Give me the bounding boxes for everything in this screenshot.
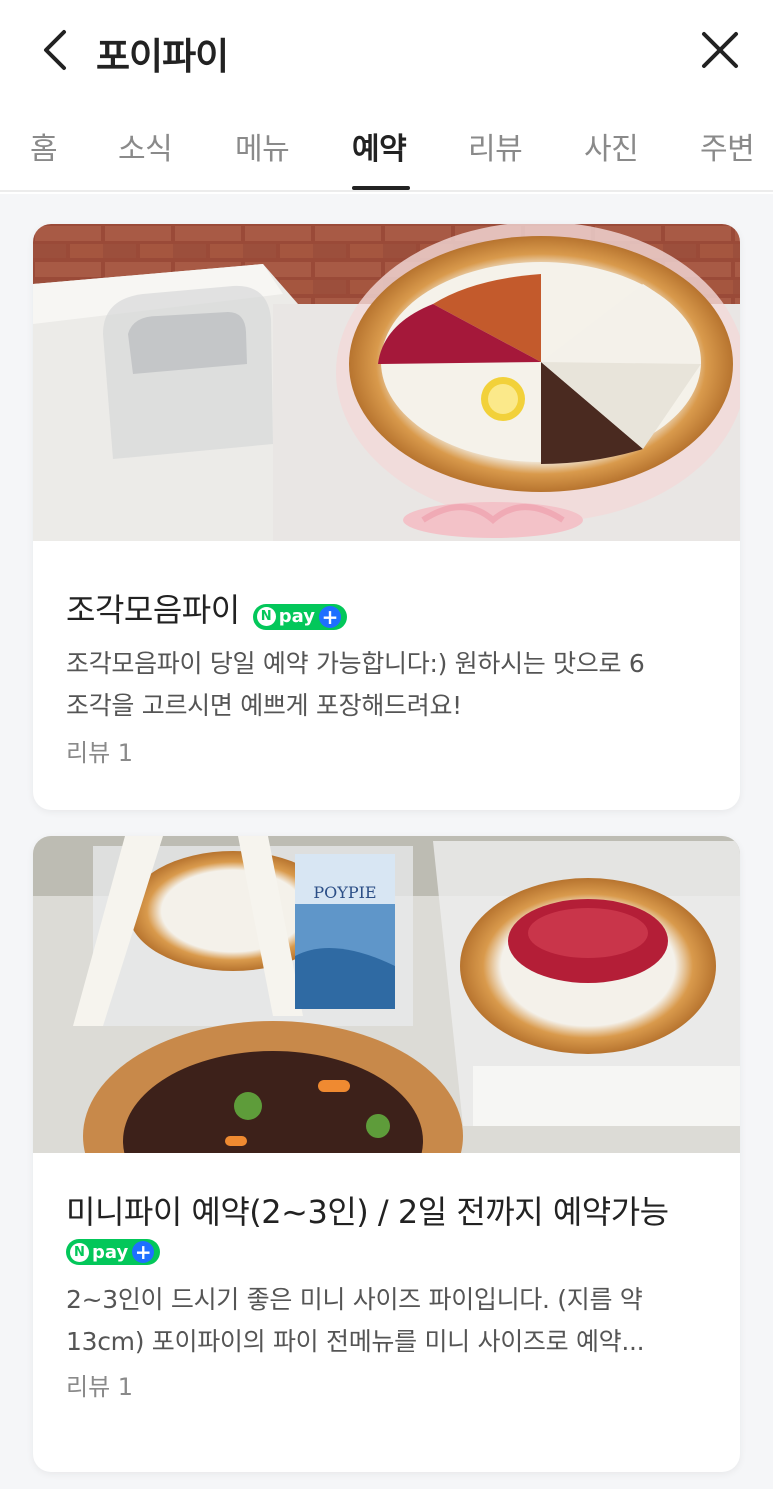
top-bar: 포이파이: [0, 0, 773, 100]
page-title: 포이파이: [96, 35, 229, 78]
product-title: 조각모음파이: [66, 591, 240, 629]
close-button[interactable]: [692, 22, 748, 78]
reservation-list: 조각모음파이 N pay + 조각모음파이 당일 예약 가능합니다:) 원하시는…: [0, 194, 773, 1489]
product-title-row: 조각모음파이 N pay +: [66, 587, 707, 633]
tab-bar: 홈 소식 메뉴 예약 리뷰 사진 주변: [0, 108, 773, 192]
product-description: 조각모음파이 당일 예약 가능합니다:) 원하시는 맛으로 6 조각을 고르시면…: [66, 649, 645, 720]
box-label: POYPIE: [313, 883, 376, 902]
tab-menu[interactable]: 메뉴: [235, 124, 290, 192]
tab-photos[interactable]: 사진: [584, 124, 639, 192]
mini-pie-photo-image: POYPIE: [33, 836, 740, 1153]
pie-photo-image: [33, 224, 740, 541]
tab-news[interactable]: 소식: [118, 124, 173, 192]
product-photo: [33, 224, 740, 541]
review-count: 리뷰 1: [66, 1373, 134, 1401]
back-button[interactable]: [30, 22, 80, 78]
product-card[interactable]: POYPIE 미니파이 예약(2~3인) / 2일 전까지 예약가능 N pay…: [33, 836, 740, 1472]
chevron-left-icon: [44, 30, 66, 70]
tab-home[interactable]: 홈: [30, 124, 58, 192]
review-count: 리뷰 1: [66, 739, 134, 767]
close-icon: [702, 32, 738, 68]
tab-nearby[interactable]: 주변: [700, 124, 755, 192]
tab-reviews[interactable]: 리뷰: [468, 124, 523, 192]
plus-icon: +: [318, 605, 341, 628]
active-tab-indicator: [352, 186, 410, 190]
naver-n-icon: N: [70, 1242, 89, 1262]
product-title: 미니파이 예약(2~3인) / 2일 전까지 예약가능: [66, 1193, 669, 1231]
product-photo: POYPIE: [33, 836, 740, 1153]
npay-badge: N pay +: [66, 1239, 161, 1265]
product-description: 2~3인이 드시기 좋은 미니 사이즈 파이입니다. (지름 약 13cm) 포…: [66, 1285, 645, 1356]
product-card[interactable]: 조각모음파이 N pay + 조각모음파이 당일 예약 가능합니다:) 원하시는…: [33, 224, 740, 810]
plus-icon: +: [132, 1241, 155, 1263]
npay-badge: N pay +: [252, 603, 347, 630]
tab-reservation[interactable]: 예약: [352, 124, 407, 192]
naver-n-icon: N: [256, 607, 276, 626]
